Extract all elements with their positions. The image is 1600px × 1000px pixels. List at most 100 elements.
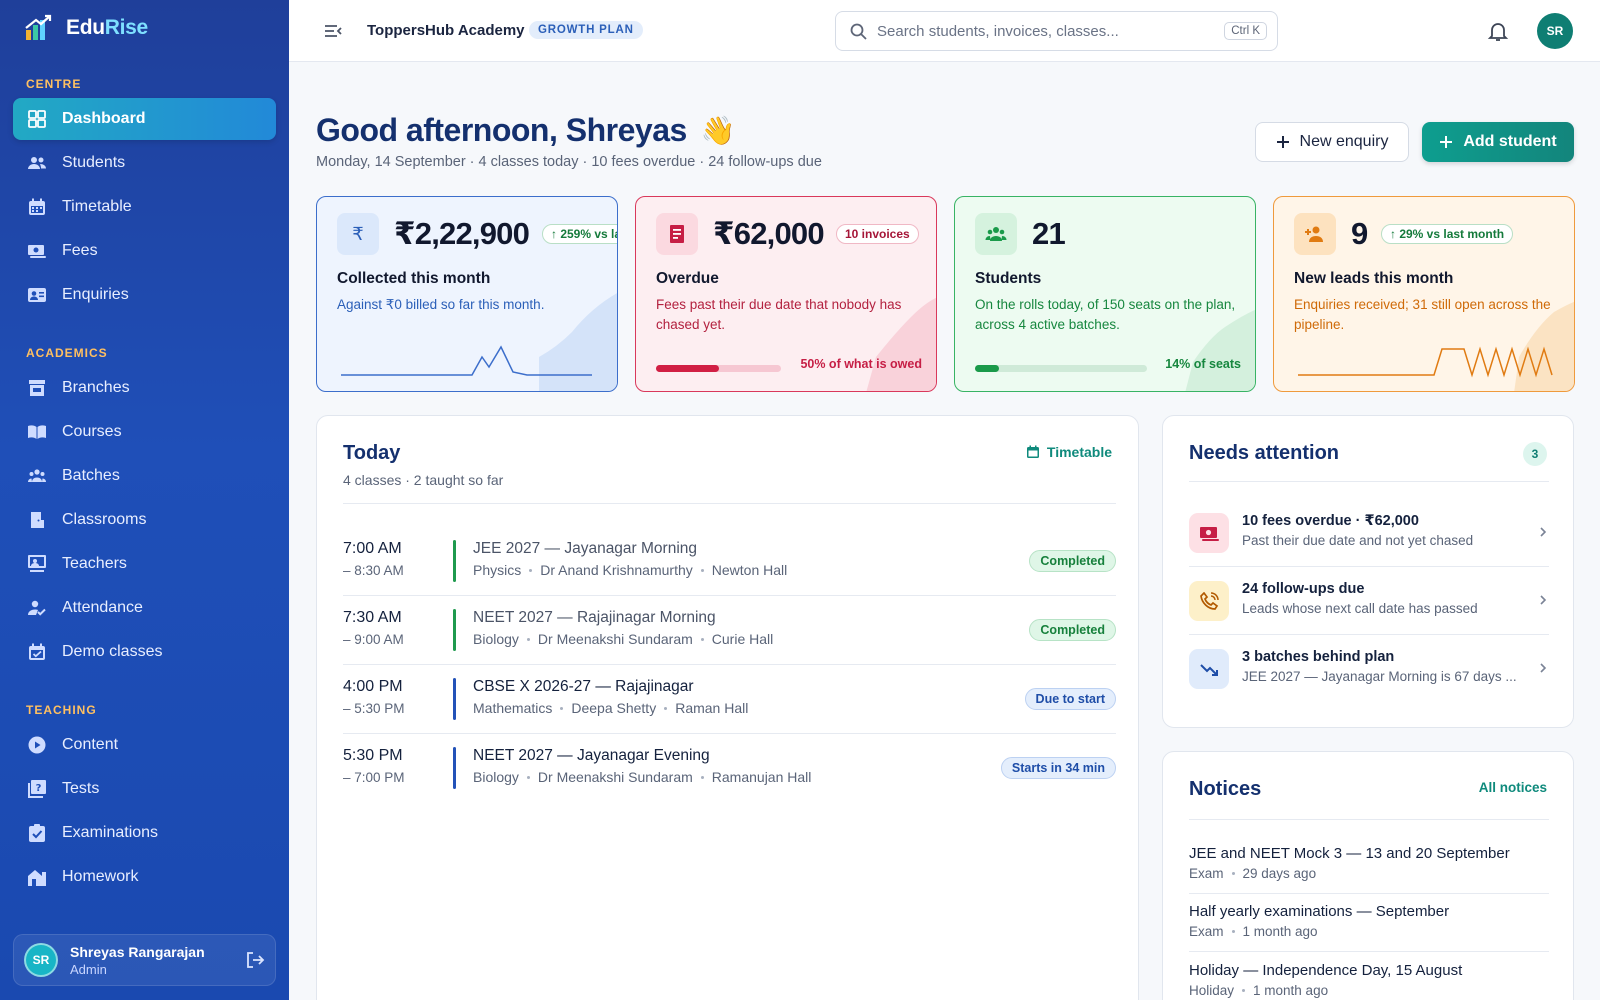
org-name[interactable]: ToppersHub Academy: [367, 22, 525, 39]
section-label-teaching: TEACHING: [26, 703, 97, 717]
user-role: Admin: [70, 961, 107, 977]
edurise-logo-icon: [25, 14, 52, 40]
attention-item-fees[interactable]: 10 fees overdue · ₹62,000 Past their due…: [1189, 499, 1549, 566]
page-subtitle: Monday, 14 September · 4 classes today ·…: [316, 154, 822, 170]
class-status-line: [453, 747, 456, 789]
today-subtitle: 4 classes · 2 taught so far: [343, 472, 504, 488]
sidebar-item-label: Tests: [62, 780, 100, 797]
stat-card-overdue[interactable]: ₹62,000 10 invoices Overdue Fees past th…: [635, 196, 937, 392]
group-icon: [28, 469, 46, 482]
person-add-icon: [1305, 226, 1323, 242]
add-student-button[interactable]: Add student: [1422, 122, 1574, 162]
sidebar-item-classrooms[interactable]: Classrooms: [13, 499, 276, 541]
trend-down-icon-box: [1189, 649, 1229, 689]
sidebar-item-label: Classrooms: [62, 511, 147, 528]
attention-item-batches[interactable]: 3 batches behind plan JEE 2027 — Jayanag…: [1189, 635, 1549, 702]
stat-card-students[interactable]: 21 Students On the rolls today, of 150 s…: [954, 196, 1256, 392]
sidebar-item-enquiries[interactable]: Enquiries: [13, 274, 276, 316]
brand[interactable]: EduRise: [24, 14, 148, 42]
notice-item[interactable]: Holiday — Independence Day, 15 August Ho…: [1189, 962, 1549, 998]
sidebar-item-content[interactable]: Content: [13, 724, 276, 766]
trending-down-icon: [1199, 663, 1218, 676]
sidebar-item-students[interactable]: Students: [13, 142, 276, 184]
user-card[interactable]: SR Shreyas Rangarajan Admin: [13, 934, 276, 986]
sidebar-item-courses[interactable]: Courses: [13, 411, 276, 453]
page-title: Good afternoon, Shreyas 👋: [316, 112, 736, 149]
stat-card-collected[interactable]: ₹ ₹2,22,900 ↑ 259% vs la Collected this …: [316, 196, 618, 392]
students-icon-box: [975, 213, 1017, 255]
greeting-text: Good afternoon, Shreyas: [316, 112, 687, 148]
divider: [1189, 481, 1549, 482]
sidebar-item-teachers[interactable]: Teachers: [13, 543, 276, 585]
sidebar-item-label: Timetable: [62, 198, 132, 215]
class-status-line: [453, 609, 456, 651]
class-subject: Biology: [473, 769, 519, 785]
shortcut-hint: Ctrl K: [1224, 22, 1267, 40]
stat-desc: Enquiries received; 31 still open across…: [1294, 297, 1551, 332]
sidebar-item-examinations[interactable]: Examinations: [13, 812, 276, 854]
search-box[interactable]: Ctrl K: [835, 11, 1278, 51]
timetable-link-label: Timetable: [1046, 444, 1112, 460]
sidebar-item-batches[interactable]: Batches: [13, 455, 276, 497]
users-icon: [28, 157, 46, 169]
class-row[interactable]: 7:30 AM – 9:00 AM NEET 2027 — Rajajinaga…: [343, 595, 1116, 664]
stat-amount: 21: [1032, 216, 1066, 251]
store-icon: [29, 380, 45, 396]
attention-title: 10 fees overdue · ₹62,000: [1242, 513, 1419, 529]
search-input[interactable]: [877, 22, 1215, 40]
sidebar-item-demo-classes[interactable]: Demo classes: [13, 631, 276, 673]
sidebar-item-timetable[interactable]: Timetable: [13, 186, 276, 228]
sidebar-item-label: Batches: [62, 467, 120, 484]
cash-icon-box: [1189, 513, 1229, 553]
sidebar-item-branches[interactable]: Branches: [13, 367, 276, 409]
class-subject: Mathematics: [473, 700, 553, 716]
sidebar-item-homework[interactable]: Homework: [13, 856, 276, 898]
notice-title: Half yearly examinations — September: [1189, 903, 1450, 920]
sidebar-item-fees[interactable]: Fees: [13, 230, 276, 272]
play-circle-icon: [28, 736, 46, 754]
class-teacher: Dr Meenakshi Sundaram: [537, 631, 693, 647]
class-status-line: [453, 678, 456, 720]
notices-panel: Notices All notices JEE and NEET Mock 3 …: [1162, 751, 1574, 1000]
plus-icon: [1440, 136, 1453, 148]
sidebar-item-label: Enquiries: [62, 286, 129, 303]
all-notices-link[interactable]: All notices: [1479, 780, 1547, 795]
class-meta: Physics Dr Anand Krishnamurthy Newton Hall: [473, 562, 787, 578]
svg-text:?: ?: [36, 783, 42, 794]
attention-item-followups[interactable]: 24 follow-ups due Leads whose next call …: [1189, 567, 1549, 634]
status-badge: Completed: [1029, 550, 1116, 572]
group-icon: [985, 227, 1007, 241]
section-label-centre: CENTRE: [26, 77, 82, 91]
bell-icon[interactable]: [1487, 20, 1509, 42]
class-row[interactable]: 7:00 AM – 8:30 AM JEE 2027 — Jayanagar M…: [343, 526, 1116, 595]
collapse-menu-icon[interactable]: [323, 21, 343, 41]
cash-icon: [1199, 526, 1219, 541]
logout-icon[interactable]: [245, 950, 265, 970]
sidebar-item-dashboard[interactable]: Dashboard: [13, 98, 276, 140]
calendar-check-icon: [29, 643, 45, 660]
sidebar-item-attendance[interactable]: Attendance: [13, 587, 276, 629]
notice-title: JEE and NEET Mock 3 — 13 and 20 Septembe…: [1189, 845, 1510, 862]
notice-tag: Exam: [1189, 924, 1224, 939]
stat-desc: Fees past their due date that nobody has…: [656, 297, 902, 332]
phone-icon-box: [1189, 581, 1229, 621]
new-enquiry-button[interactable]: New enquiry: [1255, 122, 1409, 162]
class-teacher: Dr Meenakshi Sundaram: [537, 769, 693, 785]
class-room: Newton Hall: [711, 562, 788, 578]
class-row[interactable]: 4:00 PM – 5:30 PM CBSE X 2026-27 — Rajaj…: [343, 664, 1116, 733]
class-teacher: Dr Anand Krishnamurthy: [540, 562, 693, 578]
timetable-link[interactable]: Timetable: [1026, 444, 1112, 460]
stat-card-leads[interactable]: 9 ↑ 29% vs last month New leads this mon…: [1273, 196, 1575, 392]
class-row[interactable]: 5:30 PM – 7:00 PM NEET 2027 — Jayanagar …: [343, 733, 1116, 802]
class-meta: Biology Dr Meenakshi Sundaram Ramanujan Ha…: [473, 769, 811, 785]
class-end: – 9:00 AM: [343, 632, 404, 647]
sidebar-item-tests[interactable]: ? Tests: [13, 768, 276, 810]
avatar[interactable]: SR: [1537, 13, 1573, 49]
class-subject: Physics: [473, 562, 522, 578]
leads-icon-box: [1294, 213, 1336, 255]
progress-fill: [975, 365, 1000, 372]
notice-item[interactable]: Half yearly examinations — September Exa…: [1189, 903, 1549, 939]
panel-title: Needs attention: [1189, 442, 1340, 464]
notice-item[interactable]: JEE and NEET Mock 3 — 13 and 20 Septembe…: [1189, 845, 1549, 881]
chevron-right-icon: [1540, 595, 1547, 605]
